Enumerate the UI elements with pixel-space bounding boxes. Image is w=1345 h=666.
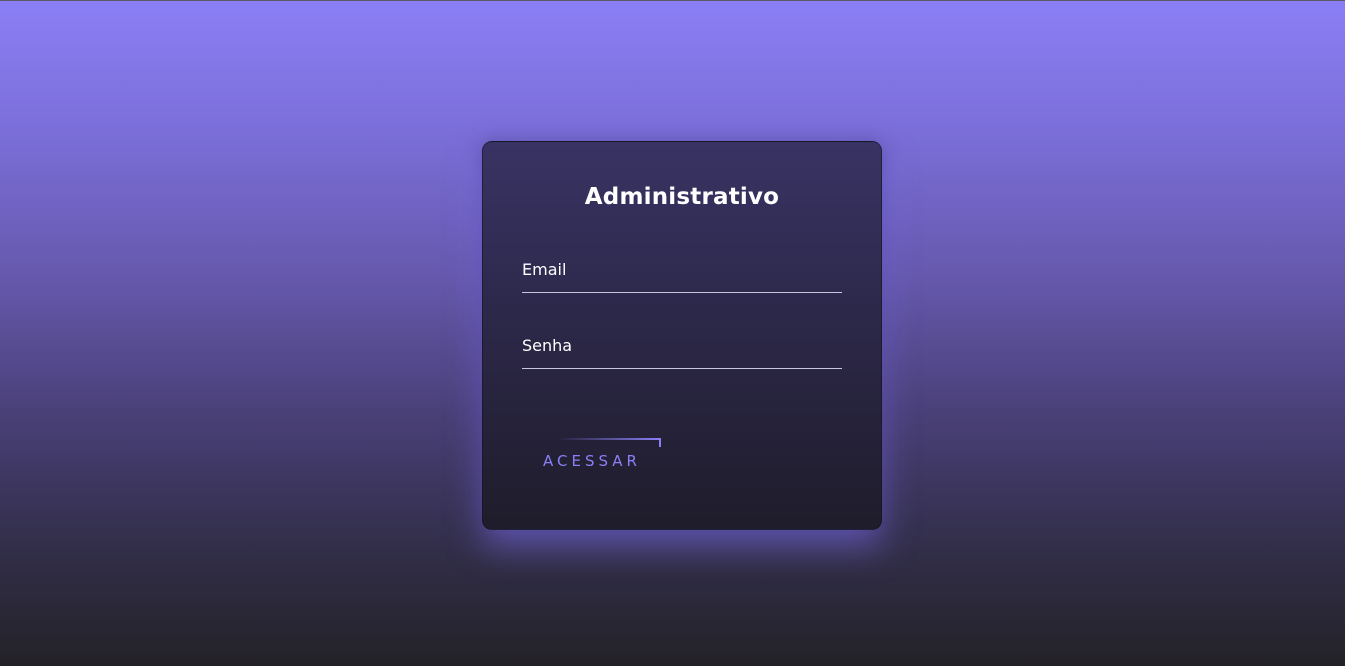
login-card: Administrativo Email Senha ACESSAR [482,141,882,530]
email-field[interactable]: Email [522,258,842,293]
password-field[interactable]: Senha [522,334,842,369]
button-border-line [557,438,661,440]
access-button-label: ACESSAR [543,452,641,470]
password-input[interactable] [522,334,842,368]
button-border-corner [659,438,661,447]
login-title: Administrativo [584,184,780,210]
access-button[interactable]: ACESSAR [543,438,661,474]
email-input[interactable] [522,258,842,292]
